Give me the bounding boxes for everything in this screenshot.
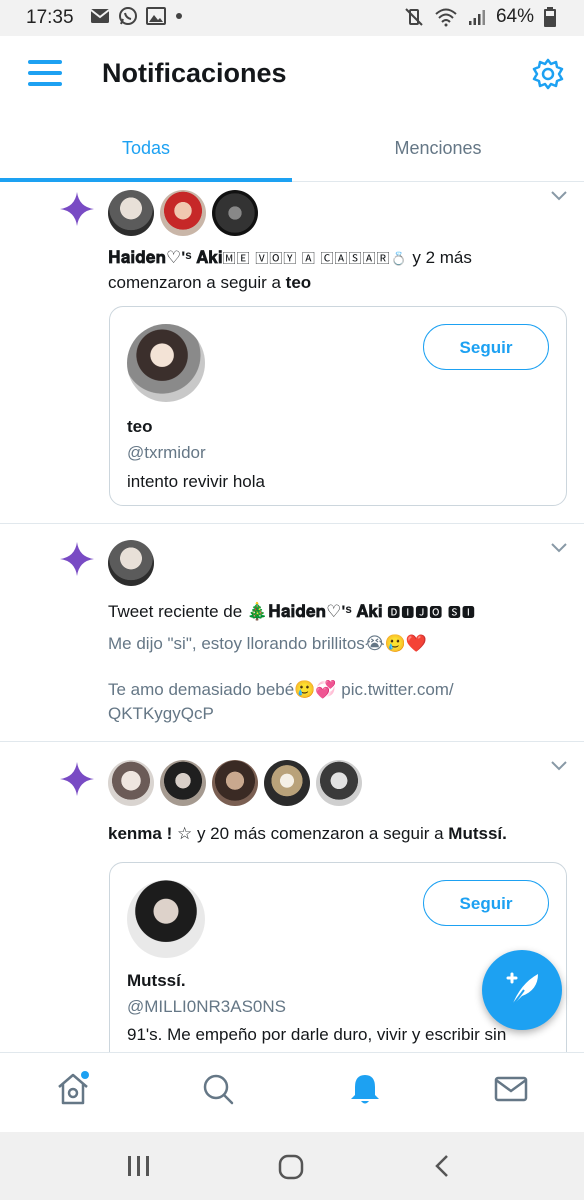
avatar[interactable] xyxy=(264,760,310,806)
chevron-down-icon[interactable] xyxy=(550,760,568,772)
card-name[interactable]: Mutssí. xyxy=(127,971,186,991)
system-navigation-bar xyxy=(0,1132,584,1200)
gear-icon[interactable] xyxy=(532,58,564,90)
image-icon xyxy=(146,7,166,25)
recents-icon[interactable] xyxy=(126,1154,152,1178)
status-bar: 17:35 64% xyxy=(0,0,584,36)
notification-text: kenma ! ☆ y 20 más comenzaron a seguir a… xyxy=(108,822,560,846)
follow-button[interactable]: Seguir xyxy=(423,324,549,370)
messages-icon[interactable] xyxy=(493,1071,529,1107)
compose-feather-icon xyxy=(506,972,538,1007)
actor-name[interactable]: 🎄𝐇𝐚𝐢𝐝𝐞𝐧♡'ˢ 𝐀𝐤𝐢 xyxy=(247,602,383,621)
battery-icon xyxy=(544,7,556,27)
tweet-text-line[interactable]: Te amo demasiado bebé🥲💞 pic.twitter.com/ xyxy=(108,678,560,702)
chevron-down-icon[interactable] xyxy=(550,190,568,202)
avatar[interactable] xyxy=(316,760,362,806)
avatar[interactable] xyxy=(127,880,205,958)
actor-name[interactable]: kenma ! ☆ xyxy=(108,824,192,843)
tab-todas[interactable]: Todas xyxy=(0,116,292,182)
new-content-dot xyxy=(81,1071,89,1079)
avatar[interactable] xyxy=(108,760,154,806)
card-bio: intento revivir hola xyxy=(127,472,265,491)
sparkle-icon xyxy=(60,542,94,576)
avatar[interactable] xyxy=(108,540,154,586)
avatar[interactable] xyxy=(160,190,206,236)
status-time: 17:35 xyxy=(26,7,74,28)
mail-icon xyxy=(90,9,110,23)
wifi-icon xyxy=(435,8,457,27)
avatar[interactable] xyxy=(212,760,258,806)
notifications-feed[interactable]: 𝐇𝐚𝐢𝐝𝐞𝐧♡'ˢ 𝐀𝐤𝐢🄼🄴 🅅🄾🅈 🄰 🄲🄰🅂🄰🅁💍 y 2 más com… xyxy=(0,182,584,1052)
signal-icon xyxy=(468,10,485,25)
card-handle[interactable]: @txrmidor xyxy=(127,443,206,463)
mute-vibrate-icon xyxy=(405,8,423,26)
tweet-text-line[interactable]: Me dijo "si", estoy llorando brillitos😭🥲… xyxy=(108,632,560,656)
tab-menciones[interactable]: Menciones xyxy=(292,116,584,182)
notification-item[interactable]: 𝐇𝐚𝐢𝐝𝐞𝐧♡'ˢ 𝐀𝐤𝐢🄼🄴 🅅🄾🅈 🄰 🄲🄰🅂🄰🅁💍 y 2 más com… xyxy=(0,182,584,524)
target-name[interactable]: teo xyxy=(286,273,312,292)
tab-bar: Todas Menciones xyxy=(0,116,584,182)
app-header: Notificaciones xyxy=(0,36,584,116)
card-handle[interactable]: @MILLI0NR3AS0NS xyxy=(127,997,286,1017)
follow-button[interactable]: Seguir xyxy=(423,880,549,926)
home-circle-icon[interactable] xyxy=(278,1154,304,1180)
notification-text: 𝐇𝐚𝐢𝐝𝐞𝐧♡'ˢ 𝐀𝐤𝐢🄼🄴 🅅🄾🅈 🄰 🄲🄰🅂🄰🅁💍 y 2 más com… xyxy=(108,246,560,295)
back-icon[interactable] xyxy=(432,1154,452,1178)
sparkle-icon xyxy=(60,192,94,226)
search-icon[interactable] xyxy=(200,1071,236,1107)
avatar[interactable] xyxy=(127,324,205,402)
actor-name-suffix: 🄼🄴 🅅🄾🅈 🄰 🄲🄰🅂🄰🅁💍 xyxy=(222,251,408,266)
notifications-bell-icon[interactable] xyxy=(347,1071,383,1107)
compose-tweet-button[interactable] xyxy=(482,950,562,1030)
sparkle-icon xyxy=(60,762,94,796)
actor-name[interactable]: 𝐇𝐚𝐢𝐝𝐞𝐧♡'ˢ 𝐀𝐤𝐢 xyxy=(108,248,223,267)
avatar[interactable] xyxy=(160,760,206,806)
avatar[interactable] xyxy=(108,190,154,236)
target-name[interactable]: Mutssí. xyxy=(448,824,507,843)
avatar[interactable] xyxy=(212,190,258,236)
chevron-down-icon[interactable] xyxy=(550,542,568,554)
whatsapp-icon xyxy=(119,7,137,25)
dot-icon xyxy=(176,13,182,19)
notification-body: y 20 más comenzaron a seguir a xyxy=(192,824,449,843)
page-title: Notificaciones xyxy=(102,58,287,88)
card-bio: 91's. Me empeño por darle duro, vivir y … xyxy=(127,1025,507,1044)
notification-item[interactable]: Tweet reciente de 🎄𝐇𝐚𝐢𝐝𝐞𝐧♡'ˢ 𝐀𝐤𝐢 🅳🅸🅹🅾 🆂🅸… xyxy=(0,524,584,742)
user-card[interactable]: Seguir teo @txrmidor intento revivir hol… xyxy=(109,306,567,506)
battery-percent: 64% xyxy=(495,6,534,27)
notification-prefix: Tweet reciente de xyxy=(108,602,247,621)
bottom-navigation xyxy=(0,1052,584,1132)
notification-text: Tweet reciente de 🎄𝐇𝐚𝐢𝐝𝐞𝐧♡'ˢ 𝐀𝐤𝐢 🅳🅸🅹🅾 🆂🅸 xyxy=(108,600,560,625)
card-name[interactable]: teo xyxy=(127,417,153,437)
tweet-link[interactable]: QKTKygyQcP xyxy=(108,702,560,726)
hamburger-menu-icon[interactable] xyxy=(28,58,62,88)
actor-name-suffix: 🅳🅸🅹🅾 🆂🅸 xyxy=(382,605,476,620)
